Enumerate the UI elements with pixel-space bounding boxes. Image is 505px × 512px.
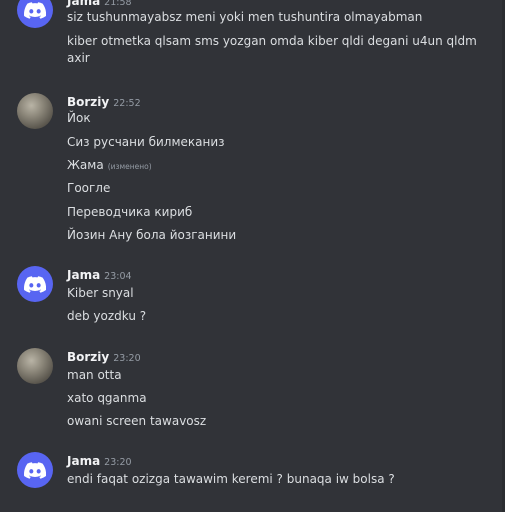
avatar[interactable]	[17, 266, 53, 302]
message-text-content: Жама	[67, 158, 104, 172]
discord-logo-icon	[24, 1, 46, 19]
message-group: Jama 21:58 siz tushunmayabsz meni yoki me…	[0, 0, 505, 72]
message-group: Borziy 22:52 Йок Сиз русчани билмеканиз Ж…	[0, 93, 505, 253]
message-text: Переводчика кириб	[67, 205, 193, 219]
message-text: Гоогле	[67, 181, 111, 195]
message-text: Йозин Ану бола йозганини	[67, 228, 237, 242]
message-text: deb yozdku ?	[67, 309, 147, 323]
discord-logo-icon	[24, 275, 46, 293]
username[interactable]: Borziy	[67, 95, 109, 109]
message-text: Йок	[67, 111, 91, 125]
message-group: Borziy 23:20 man otta xato qganma owani s…	[0, 348, 505, 434]
timestamp: 23:20	[113, 353, 141, 364]
message-text: siz tushunmayabsz meni yoki men tushunti…	[67, 10, 423, 24]
timestamp: 23:04	[104, 271, 132, 282]
message-text: Жама (изменено)	[67, 157, 497, 175]
timestamp: 22:52	[113, 98, 141, 109]
message-group: Jama 23:04 Kiber snyal deb yozdku ?	[0, 266, 505, 330]
message-group: Jama 23:20 endi faqat ozizga tawawim kere…	[0, 452, 505, 496]
message-header: Borziy 22:52	[67, 93, 141, 111]
message-text: xato qganma	[67, 391, 147, 405]
message-text: owani screen tawavosz	[67, 414, 207, 428]
timestamp: 21:58	[104, 0, 132, 8]
avatar[interactable]	[17, 0, 53, 28]
message-text: kiber otmetka qlsam sms yozgan omda kibe…	[67, 34, 477, 65]
edited-label: (изменено)	[107, 162, 152, 171]
message-header: Borziy 23:20	[67, 348, 141, 366]
message-header: Jama 23:04	[67, 266, 132, 284]
message-text: Сиз русчани билмеканиз	[67, 135, 225, 149]
username[interactable]: Jama	[67, 0, 100, 8]
message-header: Jama 23:20	[67, 452, 132, 470]
message-text: endi faqat ozizga tawawim keremi ? bunaq…	[67, 472, 395, 486]
chat-messages: Jama 21:58 siz tushunmayabsz meni yoki me…	[0, 0, 505, 512]
username[interactable]: Borziy	[67, 350, 109, 364]
timestamp: 23:20	[104, 457, 132, 468]
username[interactable]: Jama	[67, 268, 100, 282]
username[interactable]: Jama	[67, 454, 100, 468]
discord-logo-icon	[24, 461, 46, 479]
message-text: man otta	[67, 368, 122, 382]
message-text: Kiber snyal	[67, 286, 134, 300]
avatar[interactable]	[17, 348, 53, 384]
avatar[interactable]	[17, 452, 53, 488]
avatar[interactable]	[17, 93, 53, 129]
